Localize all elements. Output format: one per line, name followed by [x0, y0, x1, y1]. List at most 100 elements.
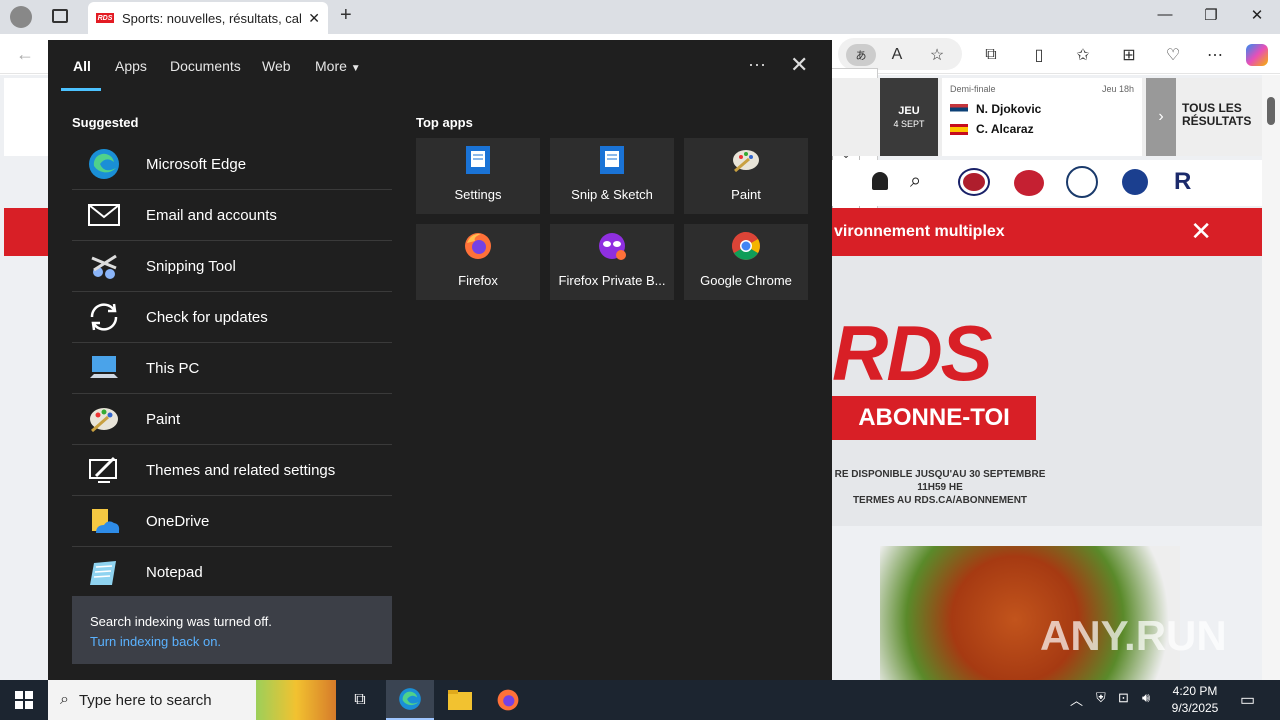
senators-logo-icon[interactable] — [1014, 170, 1044, 196]
taskbar-firefox-icon[interactable] — [484, 680, 532, 720]
suggested-label: Themes and related settings — [146, 461, 336, 479]
all-results-link[interactable]: TOUS LES RÉSULTATS — [1182, 102, 1251, 128]
split-screen-icon[interactable]: ▯ — [1028, 44, 1050, 66]
extensions-icon[interactable]: ⧉ — [980, 44, 1002, 66]
browser-tab-strip: RDS Sports: nouvelles, résultats, calenc… — [0, 0, 1280, 34]
taskbar-search-box[interactable]: ⌕ Type here to search — [48, 680, 336, 720]
notifications-icon[interactable]: ▭ — [1240, 690, 1255, 710]
fine-print-2: TERMES AU RDS.CA/ABONNEMENT — [852, 495, 1028, 506]
suggested-label: Paint — [146, 410, 181, 428]
tile-label: Firefox Private B... — [558, 273, 666, 288]
suggested-item-this-pc[interactable]: This PC — [72, 343, 392, 394]
rocket-logo-icon[interactable]: R — [1174, 168, 1191, 196]
taskbar-edge-icon[interactable] — [386, 680, 434, 720]
team-nav: ⌕ R — [832, 160, 1262, 206]
banner-text: vironnement multiplex — [834, 223, 1005, 240]
read-aloud-icon[interactable]: A — [886, 44, 908, 66]
top-app-firefox[interactable]: Firefox — [416, 224, 540, 300]
window-close-icon[interactable]: ✕ — [1242, 6, 1272, 24]
task-view-icon[interactable]: ⧉ — [336, 680, 384, 720]
notepad-icon — [90, 560, 116, 585]
rds-ad[interactable]: RDS ABONNE-TOI RE DISPONIBLE JUSQU'AU 30… — [832, 256, 1262, 526]
start-button[interactable] — [0, 680, 48, 720]
suggested-list: Microsoft Edge Email and accounts Snippi… — [72, 139, 392, 598]
page-scrollbar[interactable] — [1262, 75, 1280, 680]
match-card[interactable]: Demi-finale Jeu 18h N. Djokovic C. Alcar… — [942, 78, 1142, 156]
top-app-firefox-private[interactable]: Firefox Private B... — [550, 224, 674, 300]
favorite-star-icon[interactable]: ☆ — [926, 44, 948, 66]
network-icon[interactable]: ⊡ — [1118, 690, 1129, 706]
top-app-settings[interactable]: Settings — [416, 138, 540, 214]
tab-more[interactable]: More ▼ — [315, 58, 361, 74]
cf-montreal-logo-icon[interactable] — [1122, 169, 1148, 195]
suggested-item-email[interactable]: Email and accounts — [72, 190, 392, 241]
collections-icon[interactable]: ⊞ — [1118, 44, 1140, 66]
browser-tab[interactable]: RDS Sports: nouvelles, résultats, calenc… — [88, 2, 328, 34]
suggested-item-snipping[interactable]: Snipping Tool — [72, 241, 392, 292]
turn-indexing-on-link[interactable]: Turn indexing back on. — [90, 632, 374, 652]
top-app-chrome[interactable]: Google Chrome — [684, 224, 808, 300]
serbia-flag-icon — [950, 103, 968, 115]
refresh-icon — [90, 303, 118, 331]
canadiens-logo-icon[interactable] — [960, 170, 988, 194]
suggested-item-edge[interactable]: Microsoft Edge — [72, 139, 392, 190]
suggested-item-updates[interactable]: Check for updates — [72, 292, 392, 343]
edge-icon — [89, 149, 119, 179]
tab-more-label: More — [315, 58, 347, 74]
tab-title: Sports: nouvelles, résultats, calenc — [122, 10, 302, 26]
top-app-snip-sketch[interactable]: Snip & Sketch — [550, 138, 674, 214]
rds-favicon-icon: RDS — [96, 13, 114, 23]
player-1: N. Djokovic — [976, 102, 1042, 116]
copilot-icon[interactable] — [1246, 44, 1268, 66]
page-header-left — [4, 78, 48, 156]
alouettes-logo-icon[interactable] — [1066, 166, 1098, 198]
file-explorer-icon[interactable] — [436, 680, 484, 720]
new-tab-icon[interactable]: + — [340, 4, 352, 27]
top-apps-heading: Top apps — [416, 115, 473, 130]
tab-all[interactable]: All — [73, 58, 91, 74]
more-options-icon[interactable]: ··· — [748, 54, 766, 75]
account-icon[interactable] — [872, 172, 888, 190]
defender-icon[interactable]: ⛨ — [1096, 690, 1106, 706]
search-tabs: All Apps Documents Web More ▼ ··· ✕ — [48, 40, 832, 92]
clock[interactable]: 4:20 PM 9/3/2025 — [1166, 683, 1224, 717]
windows-logo-icon — [15, 691, 33, 709]
ad-fine-print: RE DISPONIBLE JUSQU'AU 30 SEPTEMBRE 11H5… — [830, 468, 1050, 507]
top-app-paint[interactable]: Paint — [684, 138, 808, 214]
suggested-item-onedrive[interactable]: OneDrive — [72, 496, 392, 547]
volume-icon[interactable]: 🔊︎ — [1142, 690, 1150, 706]
suggested-item-themes[interactable]: Themes and related settings — [72, 445, 392, 496]
suggested-item-paint[interactable]: Paint — [72, 394, 392, 445]
suggested-label: This PC — [146, 359, 200, 377]
clock-time: 4:20 PM — [1172, 684, 1218, 698]
scoreboard-day[interactable]: JEU 4 SEPT — [880, 78, 938, 156]
tile-label: Google Chrome — [700, 273, 792, 288]
tab-web[interactable]: Web — [262, 58, 291, 74]
scrollbar-thumb[interactable] — [1267, 97, 1275, 125]
favorites-icon[interactable]: ✩ — [1072, 44, 1094, 66]
banner-close-icon[interactable]: ✕ — [1190, 216, 1212, 247]
more-menu-icon[interactable]: ⋯ — [1204, 44, 1226, 66]
back-icon[interactable]: ← — [16, 44, 34, 65]
performance-icon[interactable]: ♡ — [1162, 44, 1184, 66]
suggested-item-notepad[interactable]: Notepad — [72, 547, 392, 598]
subscribe-button[interactable]: ABONNE-TOI — [832, 396, 1036, 440]
tab-actions-icon[interactable] — [52, 9, 68, 23]
suggested-label: Check for updates — [146, 308, 268, 326]
profile-icon[interactable] — [10, 6, 32, 28]
close-search-icon[interactable]: ✕ — [790, 52, 808, 78]
tab-apps[interactable]: Apps — [115, 58, 147, 74]
search-icon[interactable]: ⌕ — [910, 170, 921, 193]
paint-icon — [90, 408, 118, 433]
show-hidden-icons-icon[interactable]: ︿ — [1070, 690, 1083, 709]
windows-search-panel: All Apps Documents Web More ▼ ··· ✕ Sugg… — [48, 40, 832, 680]
next-arrow-icon[interactable]: › — [1146, 78, 1176, 156]
settings-icon — [466, 146, 490, 174]
suggested-label: Notepad — [146, 564, 203, 581]
minimize-icon[interactable]: — — [1150, 6, 1180, 23]
restore-icon[interactable]: ❐ — [1196, 6, 1226, 24]
close-tab-icon[interactable]: ✕ — [308, 10, 320, 27]
tab-documents[interactable]: Documents — [170, 58, 241, 74]
active-tab-indicator — [61, 88, 101, 91]
translate-icon[interactable]: あ — [846, 44, 876, 66]
